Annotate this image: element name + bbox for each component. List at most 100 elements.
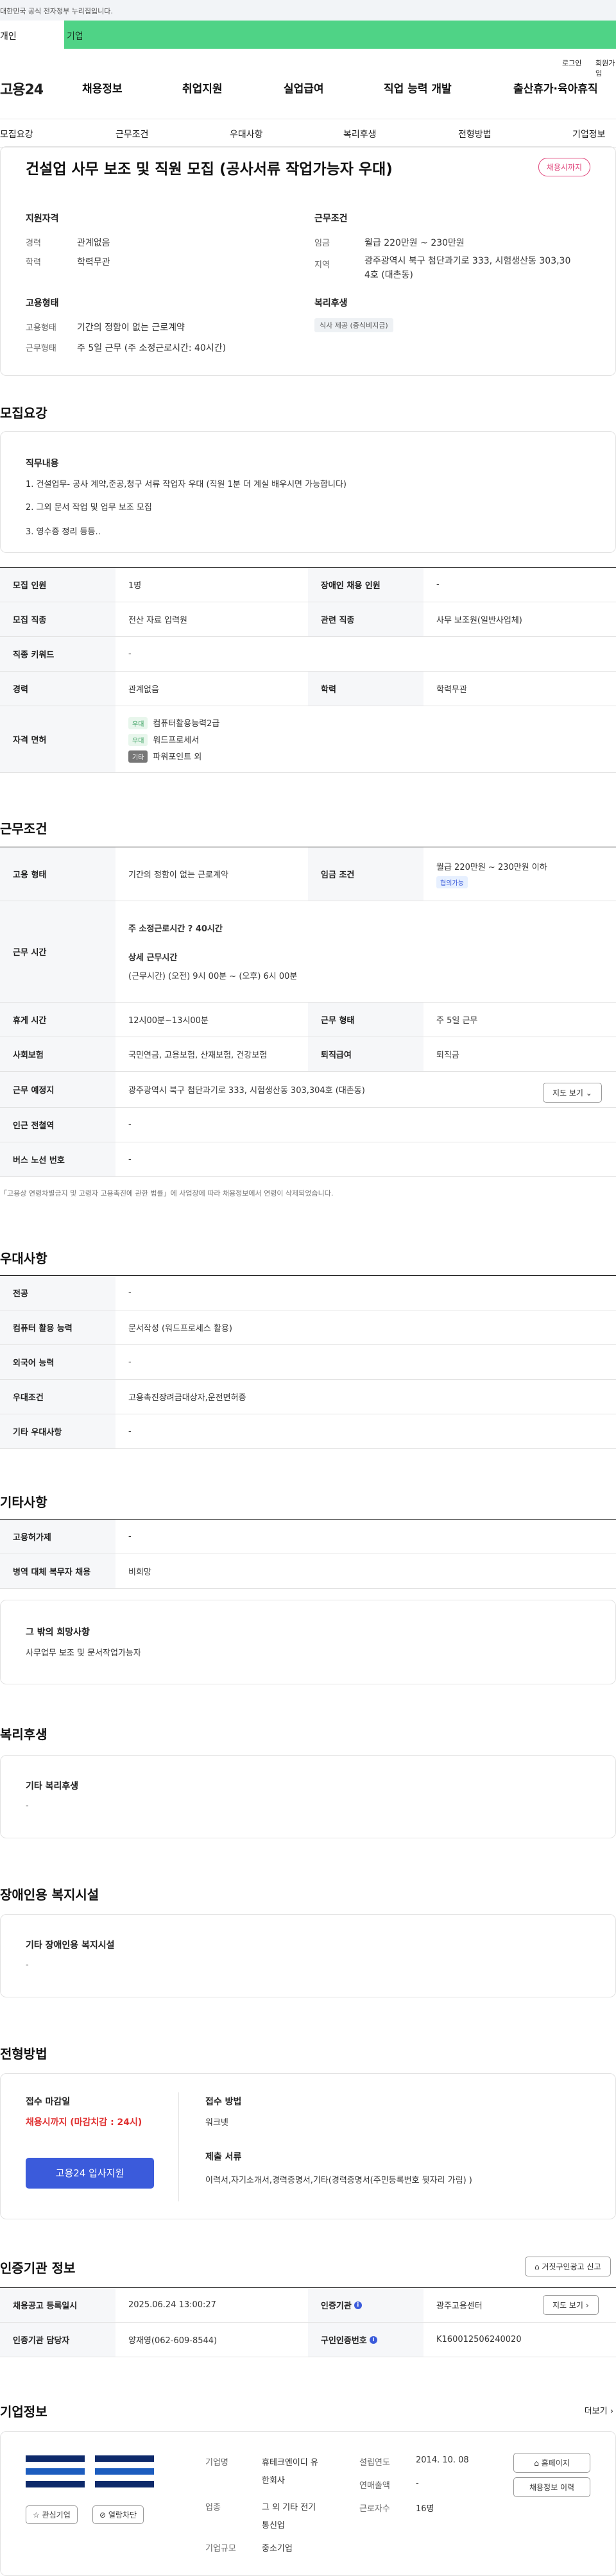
section-subnav: 모집요강 근무조건 우대사항 복리후생 전형방법 기업정보 xyxy=(0,119,616,148)
summary-qual-heading: 지원자격 xyxy=(26,214,59,224)
extra-wishes-value: 사무업무 보조 및 문서작업가능자 xyxy=(26,1648,141,1658)
cert-number-label: 구인인증번호 i xyxy=(308,2323,424,2357)
homepage-button[interactable]: ⌂ 홈페이지 xyxy=(513,2453,590,2473)
sales-value: - xyxy=(416,2479,419,2488)
block-icon: ⊘ xyxy=(99,2511,108,2520)
duty-line-1: 1. 건설업무- 공사 계약,준공,청구 서류 작업자 우대 (직원 1분 더 … xyxy=(26,480,347,489)
disability-card xyxy=(0,1914,616,1997)
summary-edu-value: 학력무관 xyxy=(77,257,110,267)
summary-region-value-2: 4호 (대촌동) xyxy=(364,270,413,280)
selection-section-title: 전형방법 xyxy=(0,2046,47,2062)
gov-notice-text: 대한민국 공식 전자정부 누리집입니다. xyxy=(0,7,113,15)
summary-welfare-heading: 복리후생 xyxy=(314,298,348,309)
tab-personal[interactable]: 개인 xyxy=(0,21,64,49)
license-list: 우대 컴퓨터활용능력2급 우대 워드프로세서 기타 파워포인트 외 xyxy=(116,706,616,772)
company-more-link[interactable]: 더보기 › xyxy=(585,2404,613,2416)
apply-button[interactable]: 고용24 입사지원 xyxy=(26,2158,154,2189)
login-link[interactable]: 로그인 xyxy=(562,58,581,68)
user-type-tabs: 개인 기업 xyxy=(0,21,616,49)
reg-date-label: 채용공고 등록일시 xyxy=(0,2288,116,2322)
computer-value: 문서작성 (워드프로세스 활용) xyxy=(128,1324,232,1334)
subnav-conditions[interactable]: 근무조건 xyxy=(116,128,149,140)
report-fake-ad-button[interactable]: ⌂ 거짓구인광고 신고 xyxy=(525,2257,611,2276)
company-section-title: 기업정보 xyxy=(0,2404,47,2419)
gov-notice-bar: 대한민국 공식 전자정부 누리집입니다. xyxy=(0,0,616,21)
keyword-label: 직종 키워드 xyxy=(0,637,116,671)
deadline-heading: 접수 마감일 xyxy=(26,2097,71,2107)
edu-label: 학력 xyxy=(308,672,424,706)
headcount-label: 모집 인원 xyxy=(0,568,116,602)
duty-line-2: 2. 그외 문서 작업 및 업무 보조 모집 xyxy=(26,503,152,513)
info-icon[interactable]: i xyxy=(369,2335,377,2344)
founded-value: 2014. 10. 08 xyxy=(416,2455,469,2465)
recruit-table: 모집 인원 1명 장애인 채용 인원 - 모집 직종 전산 자료 입력원 관련 … xyxy=(0,567,616,773)
other-table: 고용허가제 - 병역 대체 복무자 채용 비희망 xyxy=(0,1519,616,1589)
tab-company[interactable]: 기업 xyxy=(64,21,616,49)
license-item: 기타 파워포인트 외 xyxy=(128,750,201,763)
block-view-button[interactable]: ⊘ 열람차단 xyxy=(92,2505,144,2524)
job-history-button[interactable]: 채용정보 이력 xyxy=(513,2477,590,2497)
chevron-right-icon: › xyxy=(585,2301,589,2310)
agency-map-button[interactable]: 지도 보기 › xyxy=(543,2295,599,2315)
summary-work-value: 주 5일 근무 (주 소정근로시간: 40시간) xyxy=(77,343,227,353)
method-value: 워크넷 xyxy=(205,2118,228,2128)
subnav-recruit[interactable]: 모집요강 xyxy=(0,128,33,140)
site-logo[interactable]: 고용24 xyxy=(0,78,44,99)
job-type-value: 전산 자료 입력원 xyxy=(128,616,187,625)
military-label: 병역 대체 복무자 채용 xyxy=(0,1554,116,1588)
summary-edu-label: 학력 xyxy=(26,258,41,267)
utility-links: 로그인 회원가입 xyxy=(0,49,616,78)
worktype-label: 근무 형태 xyxy=(308,1003,424,1037)
major-value: - xyxy=(128,1288,132,1298)
info-icon[interactable]: i xyxy=(354,2301,362,2309)
gnb-item-jobs[interactable]: 채용정보 xyxy=(82,80,123,96)
subnav-welfare[interactable]: 복리후생 xyxy=(343,128,377,140)
subnav-preference[interactable]: 우대사항 xyxy=(230,128,263,140)
emp-type-value: 기간의 정함이 없는 근로계약 xyxy=(128,870,228,880)
company-size-label: 기업규모 xyxy=(205,2544,236,2554)
pref-cond-value: 고용촉진장려금대상자,운전면허증 xyxy=(128,1393,246,1403)
work-time-detail-value: (근무시간) (오전) 9시 00분 ~ (오후) 6시 00분 xyxy=(128,972,298,981)
gnb-item-training[interactable]: 직업 능력 개발 xyxy=(384,80,452,96)
summary-work-label: 근무형태 xyxy=(26,344,56,353)
military-value: 비희망 xyxy=(128,1568,151,1577)
staff-value: 양재영(062-609-8544) xyxy=(128,2336,218,2346)
preference-section-title: 우대사항 xyxy=(0,1251,47,1266)
gnb-item-unemployment[interactable]: 실업급여 xyxy=(284,80,324,96)
disability-value: - xyxy=(26,1960,29,1970)
disability-heading: 기타 장애인용 복지시설 xyxy=(26,1940,115,1951)
conditions-table: 고용 형태 기간의 정함이 없는 근로계약 임금 조건 월급 220만원 ~ 2… xyxy=(0,847,616,1177)
license-name: 컴퓨터활용능력2급 xyxy=(153,718,220,729)
permit-label: 고용허가제 xyxy=(0,1520,116,1554)
founded-label: 설립연도 xyxy=(359,2458,390,2468)
bus-value: - xyxy=(128,1155,132,1164)
wage-label: 임금 조건 xyxy=(308,847,424,901)
chevron-right-icon: › xyxy=(610,2407,613,2416)
related-job-label: 관련 직종 xyxy=(308,602,424,636)
edu-value: 학력무관 xyxy=(436,685,467,695)
keyword-value: - xyxy=(128,649,132,659)
interest-company-button[interactable]: ☆ 관심기업 xyxy=(26,2505,78,2524)
staff-label: 인증기관 담당자 xyxy=(0,2323,116,2357)
work-time-cell: 주 소정근로시간 ? 40시간 상세 근무시간 (근무시간) (오전) 9시 0… xyxy=(116,901,616,1002)
agency-table: 채용공고 등록일시 2025.06.24 13:00:27 인증기관 i 광주고용… xyxy=(0,2287,616,2357)
gnb-item-employment-support[interactable]: 취업지원 xyxy=(182,80,223,96)
global-nav: 고용24 채용정보 취업지원 실업급여 직업 능력 개발 출산휴가·육아휴직 xyxy=(0,74,616,119)
license-name: 워드프로세서 xyxy=(153,735,200,745)
company-size-value: 중소기업 xyxy=(262,2544,293,2554)
reg-date-value: 2025.06.24 13:00:27 xyxy=(128,2300,216,2310)
subnav-company[interactable]: 기업정보 xyxy=(572,128,606,140)
break-value: 12시00분~13시00분 xyxy=(128,1016,209,1026)
docs-heading: 제출 서류 xyxy=(205,2152,242,2162)
subnav-selection[interactable]: 전형방법 xyxy=(458,128,492,140)
permit-value: - xyxy=(128,1532,132,1541)
gnb-item-parental-leave[interactable]: 출산휴가·육아휴직 xyxy=(513,80,598,96)
major-label: 전공 xyxy=(0,1276,116,1310)
insurance-value: 국민연금, 고용보험, 산재보험, 건강보험 xyxy=(128,1051,268,1060)
age-notice: 「고용상 연령차별금지 및 고령자 고용촉진에 관한 법률」에 사업장에 따라 … xyxy=(0,1189,334,1198)
map-view-button[interactable]: 지도 보기 ⌄ xyxy=(543,1083,602,1103)
severance-label: 퇴직급여 xyxy=(308,1037,424,1071)
summary-wage-value: 월급 220만원 ~ 230만원 xyxy=(364,238,465,248)
language-label: 외국어 능력 xyxy=(0,1345,116,1379)
home-icon: ⌂ xyxy=(535,2262,542,2271)
